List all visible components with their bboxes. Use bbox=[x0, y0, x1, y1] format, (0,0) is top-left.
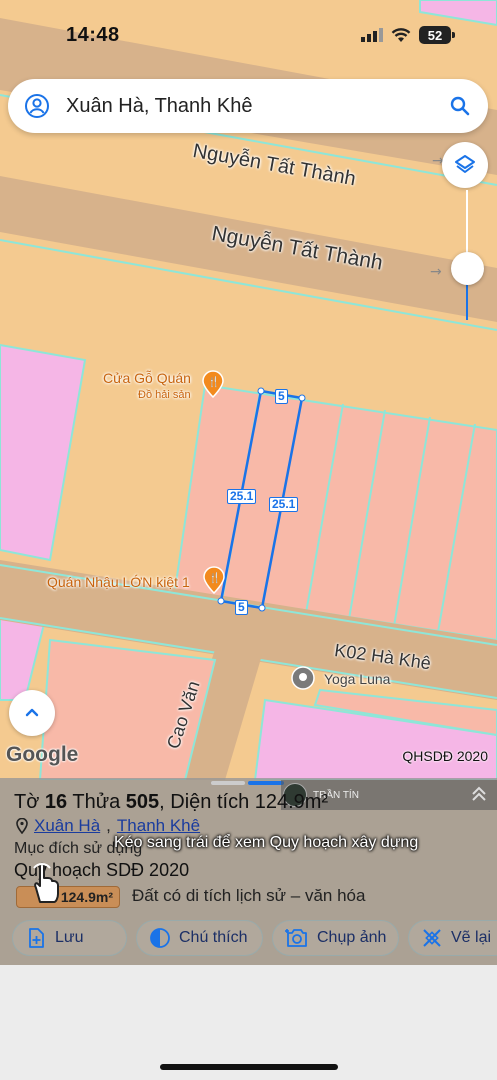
poi-label[interactable]: Cửa Gỗ Quán bbox=[103, 370, 191, 386]
camera-icon bbox=[285, 927, 309, 949]
redraw-icon bbox=[421, 927, 443, 949]
svg-text:🍴: 🍴 bbox=[208, 375, 220, 388]
status-time: 14:48 bbox=[66, 24, 120, 46]
svg-text:→: → bbox=[430, 264, 442, 280]
redraw-label: Vẽ lại bbox=[451, 929, 492, 946]
layer-label: QHSDĐ 2020 bbox=[402, 748, 488, 764]
dimension-label: 25.1 bbox=[269, 497, 299, 512]
swipe-hand-icon bbox=[33, 862, 59, 903]
expand-button[interactable] bbox=[9, 690, 55, 736]
status-icons: 52 bbox=[361, 26, 455, 44]
dimension-label: 5 bbox=[235, 600, 248, 615]
home-indicator[interactable] bbox=[160, 1064, 338, 1070]
location-pin-icon bbox=[16, 818, 28, 834]
add-file-icon bbox=[25, 927, 47, 949]
district-link[interactable]: Thanh Khê bbox=[117, 816, 200, 836]
swipe-hint: Kéo sang trái để xem Quy hoạch xây dựng bbox=[114, 834, 419, 851]
area-text: , Diện tích 124.9m² bbox=[159, 791, 329, 813]
signal-icon bbox=[361, 28, 383, 42]
redraw-button[interactable]: Vẽ lại bbox=[408, 920, 497, 956]
account-icon[interactable] bbox=[24, 93, 50, 119]
save-button[interactable]: Lưu bbox=[12, 920, 127, 956]
search-icon[interactable] bbox=[448, 94, 472, 118]
opacity-slider-thumb[interactable] bbox=[451, 252, 484, 285]
parcel-info-sheet[interactable]: TRẦN TÍN Tờ 16 Thửa 505, Diện tích 124.9… bbox=[0, 778, 497, 965]
title-mid: Thửa bbox=[72, 791, 121, 813]
legend-button[interactable]: Chú thích bbox=[136, 920, 263, 956]
address-separator: , bbox=[106, 816, 111, 835]
parcel-title: Tờ 16 Thửa 505, Diện tích 124.9m² bbox=[14, 791, 328, 814]
sheet-page-indicator bbox=[248, 781, 284, 785]
poi-label[interactable]: Quán Nhậu LỚN kiệt 1 bbox=[47, 574, 190, 590]
parcel-number: 505 bbox=[125, 791, 160, 813]
legend-icon bbox=[149, 927, 171, 949]
address-row: Xuân Hà , Thanh Khê bbox=[16, 816, 200, 836]
ward-link[interactable]: Xuân Hà bbox=[34, 816, 100, 836]
poi-label[interactable]: Yoga Luna bbox=[324, 671, 390, 687]
status-bar: 14:48 52 bbox=[0, 0, 497, 70]
google-logo: Google bbox=[6, 743, 79, 766]
layers-icon bbox=[455, 155, 475, 173]
double-chevron-up-icon[interactable] bbox=[469, 784, 489, 804]
capture-label: Chụp ảnh bbox=[317, 929, 387, 946]
layers-button[interactable] bbox=[442, 142, 488, 188]
poi-sublabel: Đồ hải sản bbox=[138, 389, 191, 401]
legend-label: Chú thích bbox=[179, 929, 248, 946]
svg-text:🍴: 🍴 bbox=[209, 571, 221, 584]
sheet-handle[interactable] bbox=[211, 781, 245, 785]
dimension-label: 5 bbox=[275, 389, 288, 404]
bottom-area bbox=[0, 965, 497, 1080]
sheet-number: 16 bbox=[44, 791, 68, 813]
save-label: Lưu bbox=[55, 929, 84, 946]
search-bar[interactable]: Xuân Hà, Thanh Khê bbox=[8, 79, 488, 133]
search-input[interactable]: Xuân Hà, Thanh Khê bbox=[66, 95, 448, 118]
action-bar: Lưu Chú thích Chụp ảnh Vẽ lại bbox=[0, 920, 497, 960]
dimension-label: 25.1 bbox=[227, 489, 257, 504]
capture-button[interactable]: Chụp ảnh bbox=[272, 920, 399, 956]
land-type: Đất có di tích lịch sử – văn hóa bbox=[132, 886, 366, 905]
chevron-up-icon bbox=[25, 708, 39, 717]
battery-icon: 52 bbox=[419, 26, 455, 44]
title-prefix: Tờ bbox=[14, 791, 40, 813]
wifi-icon bbox=[391, 27, 411, 42]
